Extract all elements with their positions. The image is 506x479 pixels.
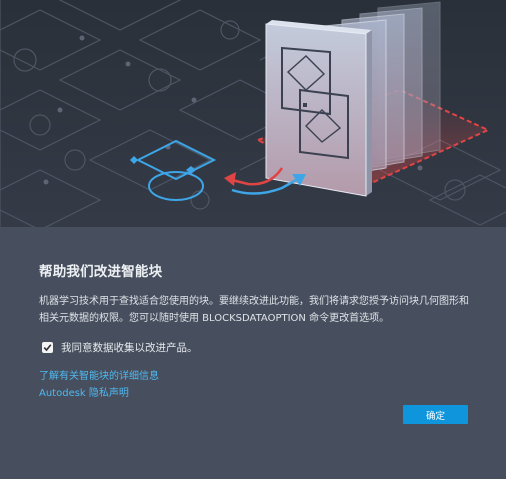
learn-more-link[interactable]: 了解有关智能块的详细信息 (39, 367, 159, 382)
consent-label: 我同意数据收集以改进产品。 (61, 341, 198, 354)
checkmark-icon (43, 343, 52, 351)
consent-checkbox[interactable] (42, 341, 53, 353)
hero-illustration (0, 0, 506, 227)
smart-blocks-dialog: 帮助我们改进智能块 机器学习技术用于查找适合您使用的块。要继续改进此功能，我们将… (0, 0, 506, 479)
dialog-content: 帮助我们改进智能块 机器学习技术用于查找适合您使用的块。要继续改进此功能，我们将… (0, 227, 506, 479)
consent-checkbox-row[interactable]: 我同意数据收集以改进产品。 (42, 339, 198, 355)
dialog-title: 帮助我们改进智能块 (39, 264, 163, 280)
privacy-statement-link[interactable]: Autodesk 隐私声明 (39, 384, 129, 399)
dialog-description: 机器学习技术用于查找适合您使用的块。要继续改进此功能，我们将请求您授予访问块几何… (39, 296, 469, 324)
ok-button[interactable]: 确定 (403, 405, 468, 424)
